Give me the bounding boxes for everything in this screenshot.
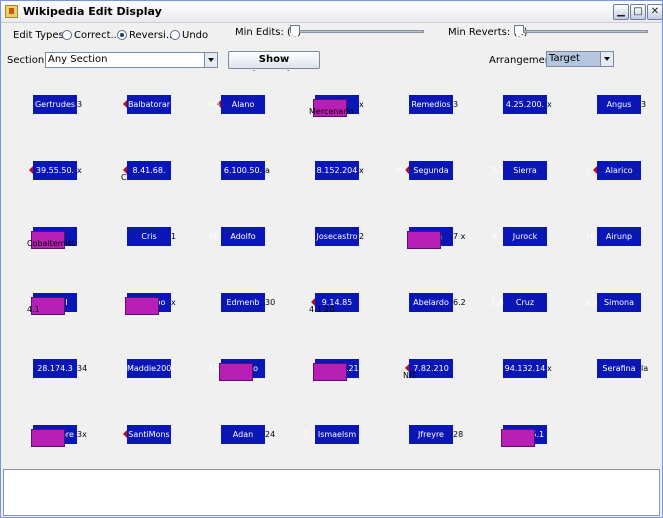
node-prefix-label: 1 — [585, 166, 591, 175]
editor-node[interactable]: Gertrudes — [33, 95, 77, 114]
editor-node[interactable]: Cruz — [503, 293, 547, 312]
editor-node[interactable]: Abelardo — [409, 293, 453, 312]
node-prefix-label: Ho — [209, 100, 220, 109]
node-prefix-label: 76 — [585, 232, 596, 241]
show-discussion-button[interactable]: Show Discussion — [228, 51, 320, 81]
editor-node[interactable]: Sierra — [503, 161, 547, 180]
node-suffix-label: la — [641, 364, 649, 373]
node-suffix-label: 3 — [77, 100, 83, 109]
editor-node[interactable]: Adolfo — [221, 227, 265, 246]
section-label: Section: — [7, 55, 48, 66]
java-app-icon — [5, 5, 18, 18]
node-suffix-label: 3 — [453, 100, 459, 109]
editor-node[interactable]: 28.174.3 — [33, 359, 77, 378]
undo-marker[interactable] — [407, 231, 441, 249]
node-suffix-label: x — [77, 166, 82, 175]
node-overlap-label: C — [121, 173, 127, 182]
editor-node[interactable]: Simona — [597, 293, 641, 312]
undo-marker[interactable] — [219, 363, 253, 381]
radio-revert[interactable] — [117, 30, 127, 40]
radio-correct-label[interactable]: Correct... — [74, 30, 120, 41]
details-text-panel[interactable] — [3, 469, 660, 516]
editor-node[interactable]: Maddie2006 — [127, 359, 171, 378]
undo-marker[interactable] — [313, 363, 347, 381]
node-suffix-label: a — [265, 166, 270, 175]
chevron-down-icon[interactable] — [204, 53, 217, 67]
node-prefix-label: Pa — [397, 166, 407, 175]
node-prefix-label: 7.1 — [491, 166, 504, 175]
editor-node[interactable]: Angus — [597, 95, 641, 114]
editor-node[interactable]: Josecastro — [315, 227, 359, 246]
editor-node[interactable]: Alarico — [597, 161, 641, 180]
radio-undo-label[interactable]: Undo — [182, 30, 208, 41]
node-suffix-label: x — [359, 166, 364, 175]
radio-correct[interactable] — [62, 30, 72, 40]
node-overlap-label: 4.1 — [27, 305, 40, 314]
title-bar[interactable]: Wikipedia Edit Display ▁ □ ✕ — [1, 1, 663, 23]
undo-marker[interactable] — [501, 429, 535, 447]
app-window: Wikipedia Edit Display ▁ □ ✕ Edit Types:… — [0, 0, 663, 518]
node-suffix-label: x — [171, 298, 176, 307]
editor-node[interactable]: Remedios — [409, 95, 453, 114]
node-suffix-label: 2 — [359, 232, 365, 241]
node-suffix-label: 1 — [171, 232, 177, 241]
editor-node[interactable]: Cris — [127, 227, 171, 246]
editor-node[interactable]: Segunda — [409, 161, 453, 180]
node-suffix-label: x — [359, 100, 364, 109]
undo-marker[interactable] — [31, 429, 65, 447]
node-suffix-label: 6.2 — [453, 298, 466, 307]
editor-node[interactable]: 8.152.204 — [315, 161, 359, 180]
radio-revert-label[interactable]: Reversi... — [129, 30, 175, 41]
radio-undo[interactable] — [170, 30, 180, 40]
node-prefix-label: Sh — [209, 232, 220, 241]
node-suffix-label: 7 x — [453, 232, 466, 241]
editor-node[interactable]: Balbatorar — [127, 95, 171, 114]
editor-node[interactable]: Serafina — [597, 359, 641, 378]
editor-node[interactable]: 39.55.50. — [33, 161, 77, 180]
min-reverts-slider-track[interactable] — [514, 30, 648, 33]
arrangement-dropdown[interactable]: Target — [546, 51, 614, 67]
node-suffix-label: 24 — [265, 430, 276, 439]
chevron-down-icon[interactable] — [600, 52, 613, 66]
node-prefix-label: 16 — [209, 364, 220, 373]
node-prefix-label: 8.3 — [585, 298, 598, 307]
editor-node[interactable]: SantiMons — [127, 425, 171, 444]
node-prefix-label: 1.8 — [491, 298, 504, 307]
node-suffix-label: x — [547, 100, 552, 109]
editor-node[interactable]: Jfreyre — [409, 425, 453, 444]
node-suffix-label: 3x — [77, 430, 87, 439]
node-suffix-label: x — [547, 364, 552, 373]
editor-node[interactable]: Airunp — [597, 227, 641, 246]
node-prefix-label: A — [491, 232, 497, 241]
node-prefix-label: 7 — [303, 430, 309, 439]
node-suffix-label: 28 — [453, 430, 464, 439]
window-title: Wikipedia Edit Display — [23, 5, 162, 18]
editor-node[interactable]: 94.132.14 — [503, 359, 547, 378]
node-overlap-label: 4.1.20 — [309, 305, 335, 314]
editor-node[interactable]: 4.25.200. — [503, 95, 547, 114]
edit-visualization-canvas[interactable]: Gertrudes 3 Balbatorar Alano Ho x Mercenario Re… — [3, 71, 661, 466]
editor-node[interactable]: Edmenb — [221, 293, 265, 312]
section-dropdown[interactable]: Any Section — [45, 52, 218, 68]
editor-node[interactable]: Adan — [221, 425, 265, 444]
node-overlap-label: Cobaltemist — [27, 239, 76, 248]
editor-node[interactable]: Ismaelsm — [315, 425, 359, 444]
node-suffix-label: 3 — [641, 100, 647, 109]
maximize-button[interactable]: □ — [630, 4, 646, 20]
editor-node[interactable]: 6.100.50. — [221, 161, 265, 180]
arrangement-dropdown-value: Target — [549, 53, 580, 64]
node-overlap-label: NIT — [403, 371, 417, 380]
edit-types-label: Edit Types: — [13, 30, 68, 41]
minimize-button[interactable]: ▁ — [613, 4, 629, 20]
editor-node[interactable]: Jurock — [503, 227, 547, 246]
section-dropdown-value: Any Section — [48, 54, 108, 65]
undo-marker[interactable] — [125, 297, 159, 315]
editor-node[interactable]: 8.41.68. — [127, 161, 171, 180]
node-overlap-label: Mercenario — [309, 107, 354, 116]
editor-node[interactable]: Alano — [221, 95, 265, 114]
close-button[interactable]: ✕ — [647, 4, 663, 20]
node-suffix-label: 34 — [77, 364, 88, 373]
node-suffix-label: 30 — [265, 298, 276, 307]
min-edits-slider-track[interactable] — [290, 30, 424, 33]
